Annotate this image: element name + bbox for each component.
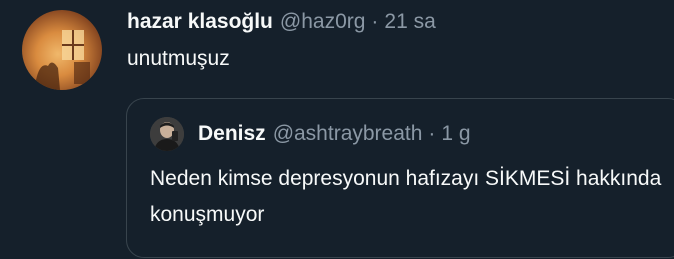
tweet-text: unutmuşuz — [127, 47, 230, 70]
quoted-timestamp[interactable]: 1 g — [441, 120, 470, 148]
quoted-tweet[interactable]: Denisz @ashtraybreath · 1 g Neden kimse … — [126, 98, 674, 258]
tweet-header: hazar klasoğlu @haz0rg · 21 sa — [127, 8, 436, 36]
separator-dot: · — [428, 122, 436, 145]
display-name[interactable]: hazar klasoğlu — [127, 8, 273, 36]
user-handle[interactable]: @haz0rg — [280, 8, 366, 36]
quoted-display-name[interactable]: Denisz — [198, 120, 266, 148]
user-avatar-photo-icon — [32, 30, 90, 90]
timestamp[interactable]: 21 sa — [384, 8, 435, 36]
tweet[interactable]: hazar klasoğlu @haz0rg · 21 sa unutmuşuz… — [0, 0, 674, 259]
quoted-avatar — [150, 117, 184, 151]
avatar[interactable] — [22, 10, 102, 90]
quoted-tweet-header: Denisz @ashtraybreath · 1 g — [150, 117, 471, 151]
separator-dot: · — [371, 10, 379, 33]
quoted-tweet-text: Neden kimse depresyonun hafızayı SİKMESİ… — [150, 167, 662, 226]
quoted-user-handle[interactable]: @ashtraybreath — [273, 120, 423, 148]
user-avatar-photo-icon — [150, 117, 184, 151]
